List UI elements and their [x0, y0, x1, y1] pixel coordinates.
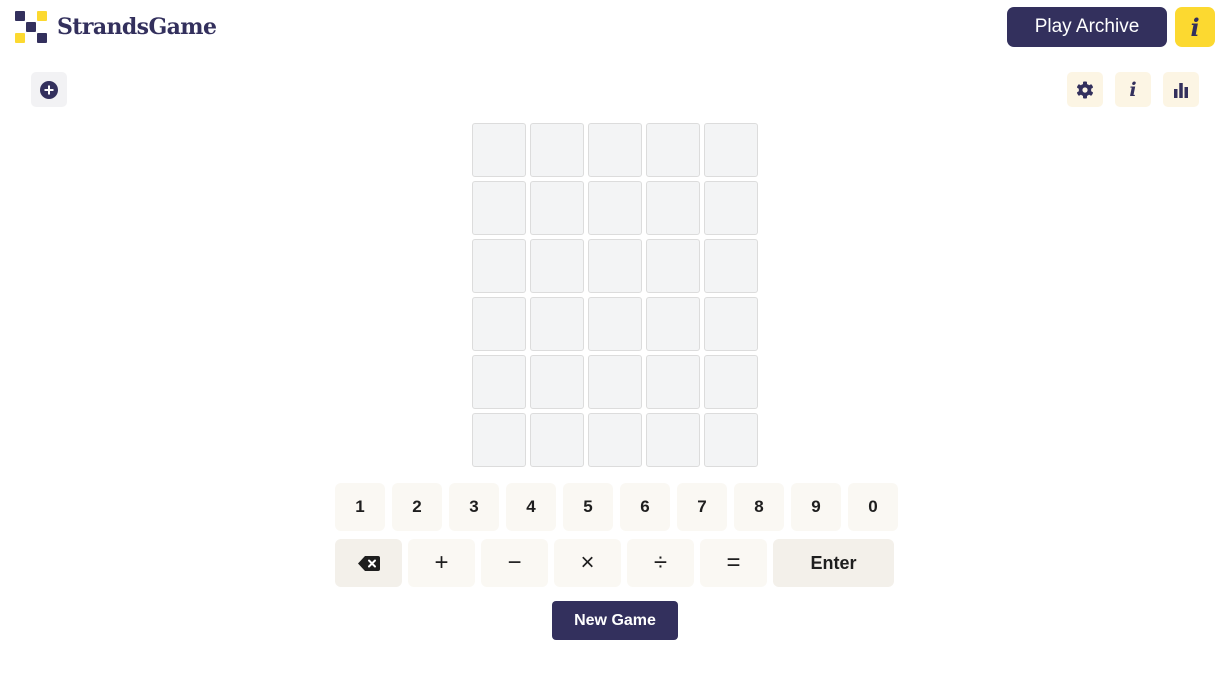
plus-circle-icon: [40, 80, 58, 99]
board-cell: [472, 123, 526, 177]
board-cell: [472, 297, 526, 351]
digit-key-7[interactable]: 7: [677, 483, 727, 531]
board-cell: [704, 123, 758, 177]
board-cell: [588, 181, 642, 235]
board-cell: [646, 181, 700, 235]
equals-key[interactable]: =: [700, 539, 767, 587]
times-key[interactable]: ×: [554, 539, 621, 587]
board-cell: [646, 123, 700, 177]
logo-icon: [14, 10, 48, 44]
board-cell: [704, 239, 758, 293]
board-cell: [646, 239, 700, 293]
bar-chart-icon: [1174, 82, 1188, 98]
digit-key-0[interactable]: 0: [848, 483, 898, 531]
info-button[interactable]: i: [1115, 72, 1151, 107]
new-game-button[interactable]: New Game: [552, 601, 678, 640]
board-cell: [588, 123, 642, 177]
stats-button[interactable]: [1163, 72, 1199, 107]
board-cell: [472, 355, 526, 409]
board-cell: [530, 239, 584, 293]
board-cell: [646, 355, 700, 409]
divide-key[interactable]: ÷: [627, 539, 694, 587]
play-archive-button[interactable]: Play Archive: [1007, 7, 1167, 47]
logo[interactable]: StrandsGame: [14, 10, 217, 44]
digit-key-9[interactable]: 9: [791, 483, 841, 531]
digit-key-4[interactable]: 4: [506, 483, 556, 531]
board-cell: [530, 181, 584, 235]
board-cell: [646, 297, 700, 351]
digit-key-1[interactable]: 1: [335, 483, 385, 531]
gear-icon: [1077, 81, 1093, 98]
board-cell: [588, 297, 642, 351]
digit-key-8[interactable]: 8: [734, 483, 784, 531]
board-cell: [472, 181, 526, 235]
board-cell: [704, 413, 758, 467]
backspace-key[interactable]: [335, 539, 402, 587]
board-cell: [588, 355, 642, 409]
operator-keys: + − × ÷ = Enter: [335, 539, 894, 587]
add-button[interactable]: [31, 72, 67, 107]
board-cell: [472, 239, 526, 293]
enter-key[interactable]: Enter: [773, 539, 894, 587]
board-cell: [704, 181, 758, 235]
digit-key-3[interactable]: 3: [449, 483, 499, 531]
settings-button[interactable]: [1067, 72, 1103, 107]
board-cell: [704, 355, 758, 409]
board-cell: [472, 413, 526, 467]
board-cell: [530, 413, 584, 467]
logo-text: StrandsGame: [57, 14, 217, 40]
digit-keys: 1234567890: [335, 483, 898, 531]
board-cell: [530, 297, 584, 351]
header-info-button[interactable]: i: [1175, 7, 1215, 47]
board-cell: [530, 123, 584, 177]
board-cell: [646, 413, 700, 467]
plus-key[interactable]: +: [408, 539, 475, 587]
digit-key-5[interactable]: 5: [563, 483, 613, 531]
backspace-icon: [357, 555, 380, 571]
board-cell: [530, 355, 584, 409]
board-cell: [588, 413, 642, 467]
digit-key-2[interactable]: 2: [392, 483, 442, 531]
board-cell: [704, 297, 758, 351]
board-cell: [588, 239, 642, 293]
digit-key-6[interactable]: 6: [620, 483, 670, 531]
game-board: [472, 123, 758, 467]
minus-key[interactable]: −: [481, 539, 548, 587]
